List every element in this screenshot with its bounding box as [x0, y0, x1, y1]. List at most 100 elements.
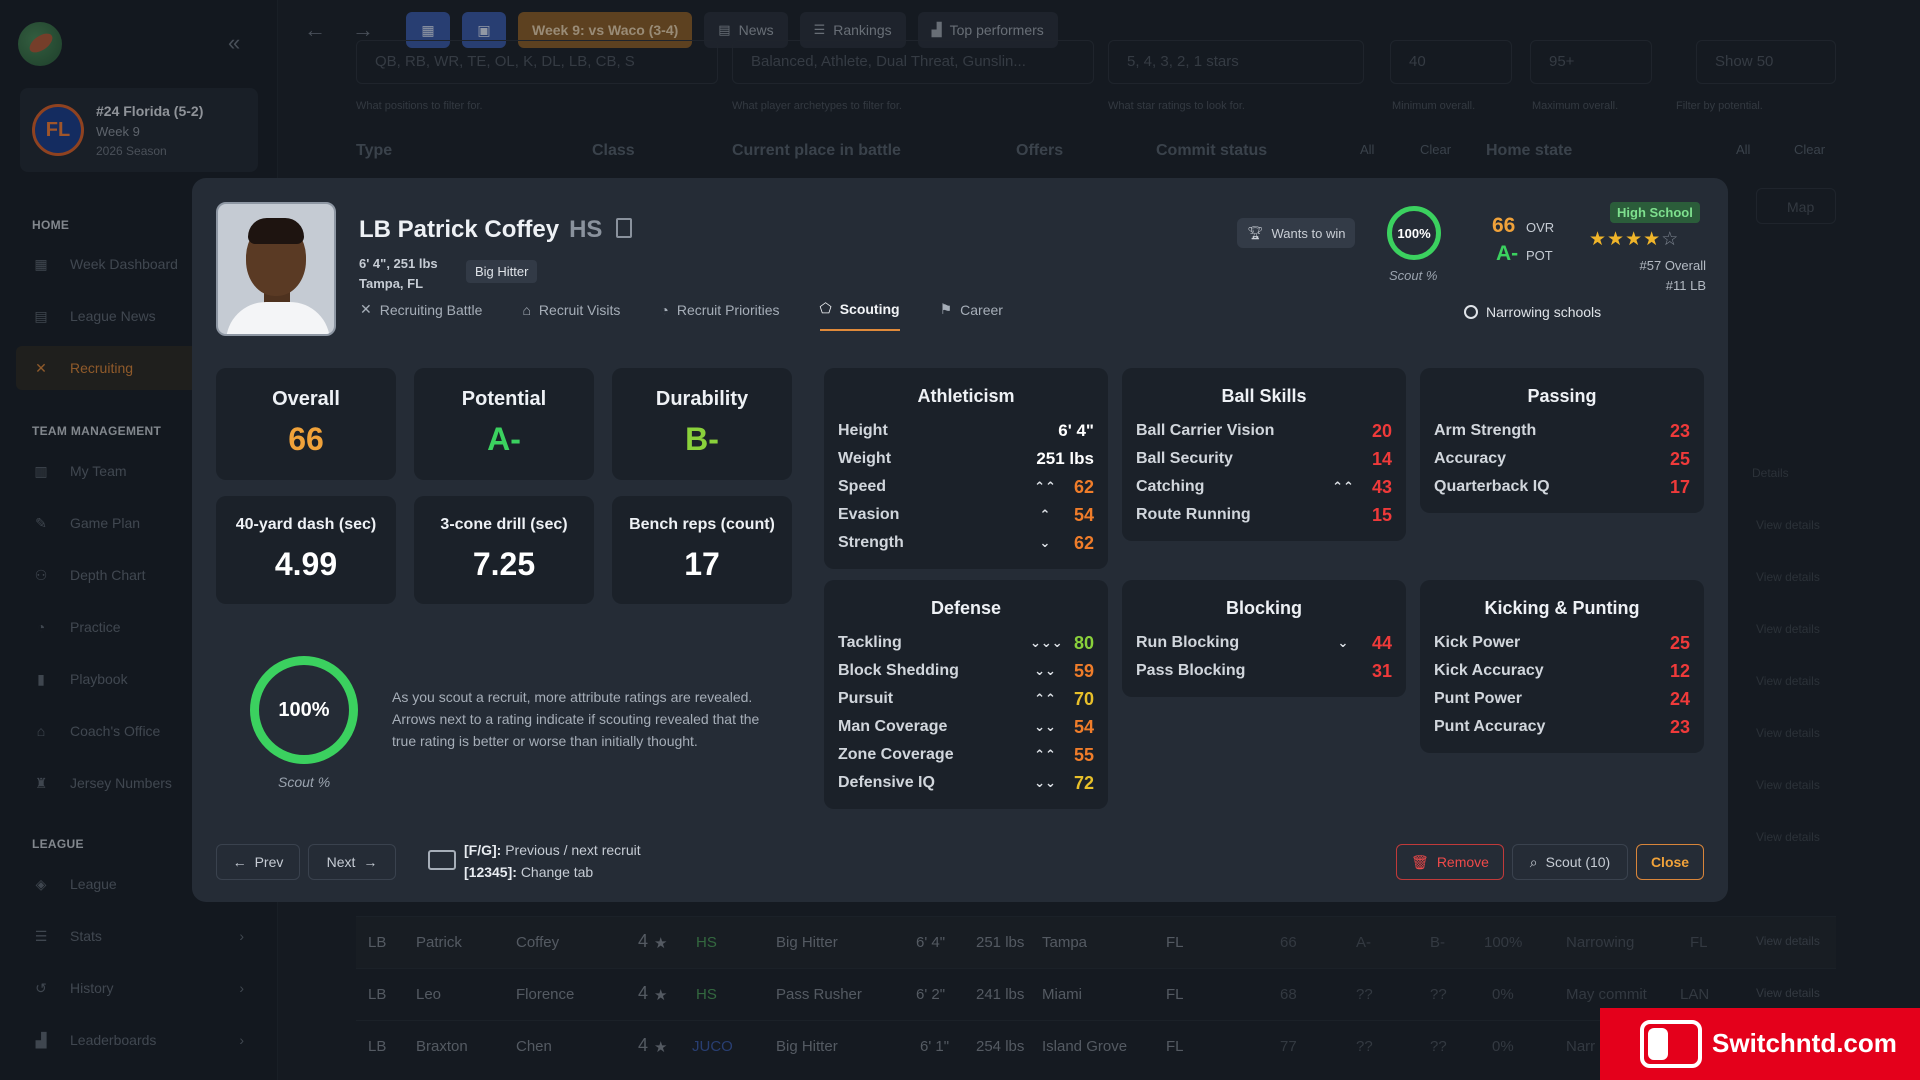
scout-description: As you scout a recruit, more attribute r… [392, 689, 760, 749]
attribute-name: Strength [838, 534, 904, 551]
overall-value: 66 [288, 421, 324, 457]
attribute-row: Ball Carrier Vision 20 [1136, 417, 1392, 445]
attribute-name: Height [838, 422, 888, 439]
scout-arrow-icon: ⌄⌄ [1034, 775, 1056, 790]
building-icon: ⌂ [522, 301, 531, 318]
shortcut-key: [12345]: [464, 864, 517, 880]
school-type-badge: High School [1610, 202, 1700, 223]
attribute-name: Speed [838, 478, 887, 495]
card-title: Bench reps (count) [629, 516, 775, 533]
scout-label: Scout (10) [1545, 854, 1611, 870]
close-button[interactable]: Close [1636, 844, 1704, 880]
attribute-name: Pass Blocking [1136, 662, 1246, 679]
attribute-value: 62 [1073, 532, 1094, 553]
tab-recruit-visits[interactable]: ⌂ Recruit Visits [522, 300, 620, 331]
tab-label: Recruit Visits [538, 301, 621, 318]
scout-button[interactable]: ⌕ Scout (10) [1512, 844, 1628, 880]
cone-value: 7.25 [472, 546, 536, 582]
attribute-value: 24 [1669, 688, 1690, 709]
tab-recruiting-battle[interactable]: ✕ Recruiting Battle [360, 300, 482, 331]
archetype-badge: Big Hitter [466, 260, 538, 283]
attribute-value: 12 [1669, 660, 1690, 681]
scout-arrow-icon: ⌄⌄ [1034, 663, 1056, 678]
player-class-tag: HS [569, 216, 603, 243]
attribute-row: Pursuit ⌃⌃ 70 [838, 685, 1094, 713]
durability-value: B- [685, 421, 719, 457]
remove-button[interactable]: 🗑︎ Remove [1396, 844, 1504, 880]
attribute-value: 6' 4" [1058, 421, 1094, 440]
ball-skills-card: Ball Skills Ball Carrier Vision 20 Ball Se… [1122, 368, 1406, 541]
tab-career[interactable]: ⚑ Career [940, 300, 1003, 331]
star-rating: ★★★★☆ [1589, 228, 1679, 251]
tab-scouting[interactable]: ⬠ Scouting [819, 300, 900, 331]
card-title: Kicking & Punting [1484, 598, 1640, 618]
attribute-value: 23 [1669, 716, 1690, 737]
attribute-name: Weight [838, 450, 892, 467]
tab-label: Career [960, 301, 1003, 318]
card-title: 40-yard dash (sec) [235, 516, 377, 533]
card-title: Defense [930, 598, 1002, 618]
player-hometown: Tampa, FL [359, 276, 424, 291]
attribute-name: Block Shedding [838, 662, 959, 679]
attribute-row: Punt Power 24 [1434, 685, 1690, 713]
trophy-icon: 🏆︎ [1247, 225, 1264, 240]
star-filled-icon: ★ [1625, 229, 1644, 250]
attribute-name: Zone Coverage [838, 746, 954, 763]
rank-overall: #57 Overall [1639, 258, 1706, 273]
ovr-value: 66 [1492, 214, 1516, 237]
attribute-value: 59 [1073, 660, 1094, 681]
card-title: Durability [655, 388, 749, 410]
attribute-row: Speed ⌃⌃ 62 [838, 473, 1094, 501]
attribute-row: Ball Security 14 [1136, 445, 1392, 473]
bookmark-icon[interactable] [616, 218, 632, 238]
bench-card: Bench reps (count) 17 [612, 496, 792, 604]
attribute-name: Defensive IQ [838, 774, 935, 791]
scout-label-small: Scout % [1389, 268, 1438, 283]
attribute-row: Catching ⌃⌃ 43 [1136, 473, 1392, 501]
attribute-row: Height 6' 4" [838, 417, 1094, 445]
avatar-body [226, 302, 330, 334]
scout-arrow-icon: ⌄⌄⌄ [1030, 635, 1063, 650]
attribute-name: Pursuit [838, 690, 894, 707]
shortcut-tabs: [12345]: Change tab [464, 864, 593, 880]
attribute-value: 62 [1073, 476, 1094, 497]
tab-label: Recruit Priorities [676, 301, 780, 318]
card-title: Ball Skills [1221, 386, 1307, 406]
scout-arrow-icon: ⌄ [1039, 535, 1051, 550]
scout-arrow-icon: ⌃⌃ [1034, 691, 1056, 706]
attribute-row: Quarterback IQ 17 [1434, 473, 1690, 501]
card-title: Potential [461, 388, 547, 410]
watermark-text: Switchntd.com [1712, 1028, 1897, 1058]
scout-arrow-icon: ⌃⌃ [1332, 479, 1354, 494]
attribute-value: 43 [1371, 476, 1392, 497]
switch-logo-icon [1640, 1020, 1702, 1068]
attribute-value: 25 [1669, 632, 1690, 653]
scout-arrow-icon: ⌃ [1039, 507, 1051, 522]
defense-card: Defense Tackling ⌄⌄⌄ 80 Block Shedding ⌄⌄ 59 P… [824, 580, 1108, 809]
passing-card: Passing Arm Strength 23 Accuracy 25 Quarterb… [1420, 368, 1704, 513]
attribute-name: Kick Power [1434, 634, 1521, 651]
attribute-row: Route Running 15 [1136, 501, 1392, 529]
scout-ring-large: 100% [250, 656, 358, 764]
next-button[interactable]: Next → [308, 844, 396, 880]
attribute-row: Kick Power 25 [1434, 629, 1690, 657]
ovr-label: OVR [1526, 220, 1555, 235]
attribute-row: Run Blocking ⌄ 44 [1136, 629, 1392, 657]
attribute-row: Kick Accuracy 12 [1434, 657, 1690, 685]
attribute-row: Arm Strength 23 [1434, 417, 1690, 445]
arrow-right-icon: → [363, 854, 378, 870]
attribute-value: 15 [1371, 504, 1392, 525]
tab-recruit-priorities[interactable]: ◔ Recruit Priorities [660, 300, 779, 331]
attribute-value: 31 [1371, 660, 1392, 681]
potential-value: A- [487, 421, 521, 457]
attribute-list: Tackling ⌄⌄⌄ 80 Block Shedding ⌄⌄ 59 Pursuit ⌃⌃… [838, 629, 1094, 797]
attribute-row: Pass Blocking 31 [1136, 657, 1392, 685]
prev-button[interactable]: ← Prev [216, 844, 300, 880]
tab-label: Scouting [839, 300, 900, 317]
attribute-row: Tackling ⌄⌄⌄ 80 [838, 629, 1094, 657]
scout-arrow-icon: ⌃⌃ [1034, 479, 1056, 494]
search-icon: ⌕ [1529, 853, 1538, 870]
tab-label: Recruiting Battle [379, 301, 483, 318]
scout-label-large: Scout % [278, 774, 331, 790]
potential-card: Potential A- [414, 368, 594, 480]
